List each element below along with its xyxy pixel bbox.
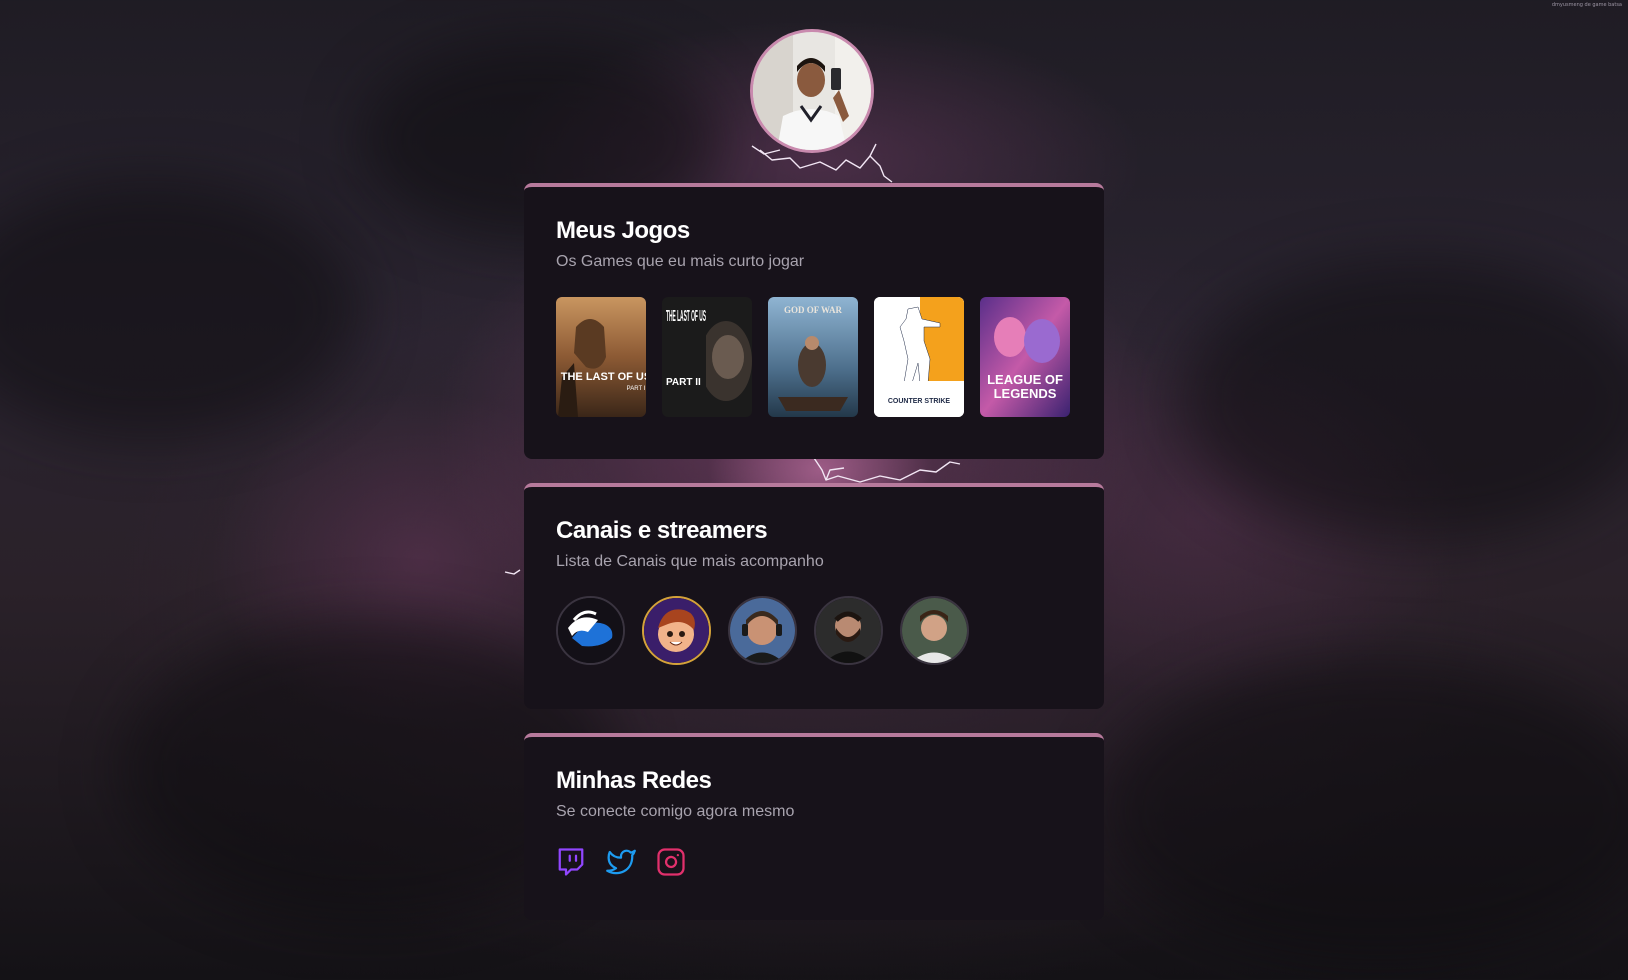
games-card: Meus Jogos Os Games que eu mais curto jo… — [524, 183, 1104, 459]
game-cover-title: COUNTER STRIKE — [888, 398, 951, 405]
game-cover-tlou-part2[interactable]: THE LAST OF US PART II — [662, 297, 752, 417]
game-cover-title: LEAGUE OF LEGENDS — [987, 373, 1063, 401]
social-links — [556, 847, 1072, 877]
games-title: Meus Jogos — [556, 217, 690, 244]
social-card: Minhas Redes Se conecte comigo agora mes… — [524, 733, 1104, 920]
channel-avatar-bearded-man[interactable] — [814, 596, 883, 665]
channel-avatar-streamer[interactable] — [728, 596, 797, 665]
game-cover-tlou-part1[interactable]: THE LAST OF US PART I — [556, 297, 646, 417]
profile-avatar[interactable] — [753, 32, 871, 150]
background-cloud — [0, 180, 360, 440]
channel-avatar-young-man[interactable] — [900, 596, 969, 665]
game-cover-subtitle: PART II — [666, 377, 701, 388]
games-subtitle: Os Games que eu mais curto jogar — [556, 253, 805, 270]
social-subtitle: Se conecte comigo agora mesmo — [556, 803, 795, 820]
game-cover-subtitle: PART I — [627, 386, 646, 392]
twitter-icon[interactable] — [606, 847, 636, 877]
twitch-icon[interactable] — [556, 847, 586, 877]
background-cloud — [1180, 260, 1628, 540]
games-list: THE LAST OF US PART I THE LAST OF US PAR… — [556, 297, 1072, 417]
game-cover-title: GOD OF WAR — [784, 305, 843, 315]
game-cover-god-of-war[interactable]: GOD OF WAR — [768, 297, 858, 417]
channel-avatar-cartoon[interactable] — [642, 596, 711, 665]
social-title: Minhas Redes — [556, 767, 712, 794]
channels-title: Canais e streamers — [556, 517, 768, 544]
instagram-icon[interactable] — [656, 847, 686, 877]
game-cover-title: THE LAST OF US — [561, 371, 646, 383]
game-cover-league-of-legends[interactable]: LEAGUE OF LEGENDS — [980, 297, 1070, 417]
game-cover-counter-strike[interactable]: COUNTER STRIKE — [874, 297, 964, 417]
channel-avatar-winged-hat[interactable] — [556, 596, 625, 665]
background-cloud — [1100, 660, 1628, 960]
game-cover-title: THE LAST OF US — [666, 308, 706, 325]
channels-card: Canais e streamers Lista de Canais que m… — [524, 483, 1104, 709]
channels-subtitle: Lista de Canais que mais acompanho — [556, 553, 824, 570]
channels-list — [556, 596, 1072, 665]
corner-note: dmyusmeng de game batsa — [1551, 2, 1622, 8]
